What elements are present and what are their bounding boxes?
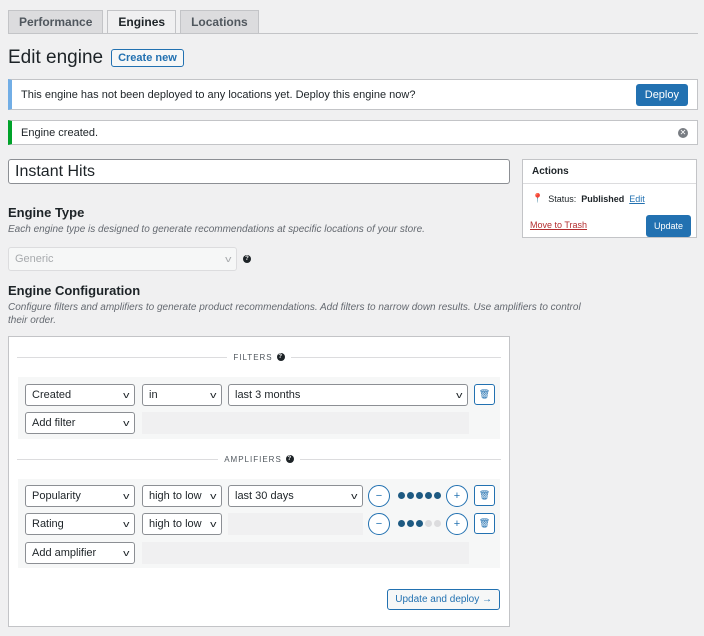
add-amplifier-label: Add amplifier: [32, 547, 97, 559]
create-new-button[interactable]: Create new: [111, 49, 184, 67]
minus-icon[interactable]: −: [368, 513, 390, 535]
amplifier-order-value: high to low: [149, 490, 202, 502]
amplifier-order-select[interactable]: high to low v: [142, 485, 222, 507]
plus-icon[interactable]: +: [446, 485, 468, 507]
amplifier-field-select[interactable]: Rating v: [25, 513, 135, 535]
chevron-down-icon: v: [209, 519, 216, 529]
pin-icon: 📍: [532, 193, 544, 203]
created-notice-text: Engine created.: [21, 126, 99, 139]
weight-dot: [398, 492, 405, 499]
weight-dot: [434, 492, 441, 499]
filter-field-value: Created: [32, 389, 72, 401]
amplifier-range-empty: [228, 513, 363, 535]
filter-operator-select[interactable]: in v: [142, 384, 222, 406]
weight-dot: [434, 520, 441, 527]
created-notice: Engine created. ✕: [8, 120, 698, 145]
status-value: Published: [581, 193, 625, 204]
chevron-down-icon: v: [122, 418, 129, 428]
chevron-down-icon: v: [122, 519, 129, 529]
chevron-down-icon: v: [350, 491, 357, 501]
filter-value-select[interactable]: last 3 months v: [228, 384, 468, 406]
engine-config-title: Engine Configuration: [8, 283, 141, 298]
deploy-button[interactable]: Deploy: [635, 83, 688, 106]
help-icon[interactable]: ?: [243, 255, 251, 263]
weight-dots: [398, 520, 441, 527]
dismiss-icon[interactable]: ✕: [678, 127, 688, 138]
weight-dots: [398, 492, 441, 499]
help-icon[interactable]: ?: [276, 353, 285, 361]
amplifiers-label: AMPLIFIERS: [224, 454, 282, 464]
chevron-down-icon: v: [209, 390, 216, 400]
edit-status-link[interactable]: Edit: [629, 194, 645, 204]
trash-icon[interactable]: 🗑: [474, 384, 495, 405]
engine-name-input[interactable]: Instant Hits: [8, 159, 510, 184]
actions-panel: Actions 📍 Status: Published Edit Move to…: [522, 159, 697, 238]
engine-config-description: Configure filters and amplifiers to gene…: [8, 302, 581, 313]
minus-icon[interactable]: −: [368, 485, 390, 507]
trash-icon[interactable]: 🗑: [474, 485, 495, 506]
engine-type-title: Engine Type: [8, 205, 85, 220]
tab-divider: [8, 33, 698, 34]
deploy-notice: This engine has not been deployed to any…: [8, 79, 698, 110]
engine-type-select: Generic v: [8, 247, 237, 271]
amplifier-order-select[interactable]: high to low v: [142, 513, 222, 535]
amplifier-order-value: high to low: [149, 518, 202, 530]
filters-label: FILTERS: [233, 352, 273, 362]
engine-type-description: Each engine type is designed to generate…: [8, 224, 425, 235]
tab-bar: Performance Engines Locations: [8, 10, 259, 34]
add-filter-label: Add filter: [32, 417, 76, 429]
add-amplifier-select[interactable]: Add amplifier v: [25, 542, 135, 564]
weight-dot: [407, 520, 414, 527]
actions-title: Actions: [523, 160, 696, 184]
filter-field-select[interactable]: Created v: [25, 384, 135, 406]
trash-icon[interactable]: 🗑: [474, 513, 495, 534]
chevron-down-icon: v: [122, 491, 129, 501]
amplifier-field-value: Popularity: [32, 490, 81, 502]
update-button[interactable]: Update: [645, 215, 691, 237]
move-to-trash-link[interactable]: Move to Trash: [530, 220, 587, 230]
chevron-down-icon: v: [455, 390, 462, 400]
amplifier-field-value: Rating: [32, 518, 64, 530]
config-panel: FILTERS? Created v in v last 3 months v …: [8, 336, 510, 627]
chevron-down-icon: v: [122, 548, 129, 558]
status-label: Status:: [548, 193, 577, 204]
engine-config-description-cont: their order.: [8, 315, 56, 326]
amplifiers-divider: AMPLIFIERS?: [17, 453, 502, 465]
status-row: 📍 Status: Published Edit: [532, 193, 645, 204]
amplifier-placeholder-bar: [142, 542, 469, 564]
amplifier-range-select[interactable]: last 30 days v: [228, 485, 363, 507]
filter-operator-value: in: [149, 389, 158, 401]
deploy-notice-text: This engine has not been deployed to any…: [21, 88, 416, 101]
plus-icon[interactable]: +: [446, 513, 468, 535]
amplifier-field-select[interactable]: Popularity v: [25, 485, 135, 507]
filters-divider: FILTERS?: [17, 351, 501, 363]
weight-dot: [425, 492, 432, 499]
weight-dot: [416, 492, 423, 499]
page-title: Edit engine: [8, 47, 104, 68]
weight-dot: [407, 492, 414, 499]
filter-value-value: last 3 months: [235, 389, 301, 401]
engine-type-value: Generic: [15, 253, 54, 265]
tab-engines[interactable]: Engines: [107, 10, 177, 34]
amplifier-range-value: last 30 days: [235, 490, 294, 502]
add-filter-select[interactable]: Add filter v: [25, 412, 135, 434]
weight-dot: [425, 520, 432, 527]
tab-locations[interactable]: Locations: [180, 10, 259, 34]
filter-placeholder-bar: [142, 412, 469, 434]
weight-dot: [398, 520, 405, 527]
help-icon[interactable]: ?: [285, 455, 294, 463]
weight-dot: [416, 520, 423, 527]
page-header: Edit engine Create new: [8, 46, 184, 70]
tab-performance[interactable]: Performance: [8, 10, 104, 34]
chevron-down-icon: v: [224, 254, 231, 264]
chevron-down-icon: v: [122, 390, 129, 400]
update-and-deploy-button[interactable]: Update and deploy →: [387, 589, 500, 610]
chevron-down-icon: v: [209, 491, 216, 501]
